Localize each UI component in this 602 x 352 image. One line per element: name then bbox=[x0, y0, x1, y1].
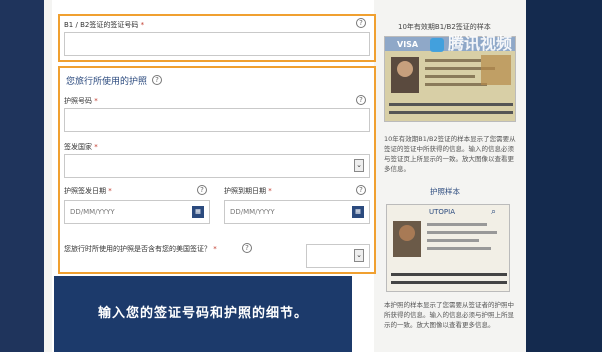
required-mark: * bbox=[213, 245, 217, 253]
instruction-banner: 输入您的签证号码和护照的细节。 bbox=[54, 276, 352, 352]
required-mark: * bbox=[268, 187, 272, 195]
chevron-down-icon[interactable]: ⌄ bbox=[354, 159, 364, 172]
visa-number-box: B1 / B2签证的签证号码 * ? bbox=[58, 14, 376, 62]
passport-number-input[interactable] bbox=[64, 108, 370, 132]
help-icon[interactable]: ? bbox=[242, 243, 252, 253]
passport-number-label-text: 护照号码 bbox=[64, 97, 92, 105]
required-mark: * bbox=[94, 143, 98, 151]
required-mark: * bbox=[108, 187, 112, 195]
passport-sample-image[interactable]: UTOPIA ⌕ bbox=[386, 204, 510, 292]
play-logo-icon bbox=[430, 37, 444, 52]
visa-card-word: VISA bbox=[397, 40, 419, 49]
help-icon[interactable]: ? bbox=[356, 185, 366, 195]
visa-sample-description: 10年有效期B1/B2签证的样本显示了您需要从签证的签证中所获得的信息。输入的信… bbox=[384, 135, 516, 173]
visa-number-label-text: B1 / B2签证的签证号码 bbox=[64, 21, 139, 29]
issuing-country-select[interactable] bbox=[64, 154, 370, 178]
calendar-icon[interactable]: ▦ bbox=[192, 206, 204, 218]
passport-card-word: UTOPIA bbox=[429, 208, 455, 216]
passport-number-label: 护照号码 * bbox=[64, 96, 98, 106]
passport-sample-title: 护照样本 bbox=[430, 187, 460, 196]
backdrop-left bbox=[0, 0, 44, 352]
us-visa-question-label: 您旅行时所使用的护照是否含有您的美国签证？ * bbox=[64, 244, 217, 254]
issuing-country-label: 签发国家 * bbox=[64, 142, 98, 152]
issue-date-label-text: 护照签发日期 bbox=[64, 187, 106, 195]
required-mark: * bbox=[94, 97, 98, 105]
visa-number-input[interactable] bbox=[64, 32, 370, 56]
expiry-date-input[interactable]: DD/MM/YYYY bbox=[224, 200, 370, 224]
video-watermark: 腾讯视频 bbox=[430, 30, 512, 54]
expiry-date-label-text: 护照到期日期 bbox=[224, 187, 266, 195]
expiry-date-label: 护照到期日期 * bbox=[224, 186, 272, 196]
us-visa-question-label-text: 您旅行时所使用的护照是否含有您的美国签证？ bbox=[64, 245, 211, 253]
issue-date-input[interactable]: DD/MM/YYYY bbox=[64, 200, 210, 224]
zoom-icon[interactable]: ⌕ bbox=[491, 207, 505, 219]
help-icon[interactable]: ? bbox=[197, 185, 207, 195]
help-icon[interactable]: ? bbox=[356, 18, 366, 28]
passport-sample-description: 本护照的样本显示了您需要从签证者的护照中所获得的信息。输入的信息必须与护照上所显… bbox=[384, 301, 514, 329]
passport-section-title: 您旅行所使用的护照 bbox=[66, 77, 148, 87]
chevron-down-icon[interactable]: ⌄ bbox=[354, 249, 364, 262]
backdrop-right bbox=[526, 0, 602, 352]
issuing-country-label-text: 签发国家 bbox=[64, 143, 92, 151]
visa-number-label: B1 / B2签证的签证号码 * bbox=[64, 20, 144, 30]
watermark-text: 腾讯视频 bbox=[448, 34, 513, 53]
help-icon[interactable]: ? bbox=[152, 75, 162, 85]
calendar-icon[interactable]: ▦ bbox=[352, 206, 364, 218]
passport-section-box: 您旅行所使用的护照 ? 护照号码 * ? 签发国家 * ⌄ 护照签发日期 * ?… bbox=[58, 66, 376, 274]
help-icon[interactable]: ? bbox=[356, 95, 366, 105]
required-mark: * bbox=[140, 21, 145, 29]
issue-date-label: 护照签发日期 * bbox=[64, 186, 112, 196]
